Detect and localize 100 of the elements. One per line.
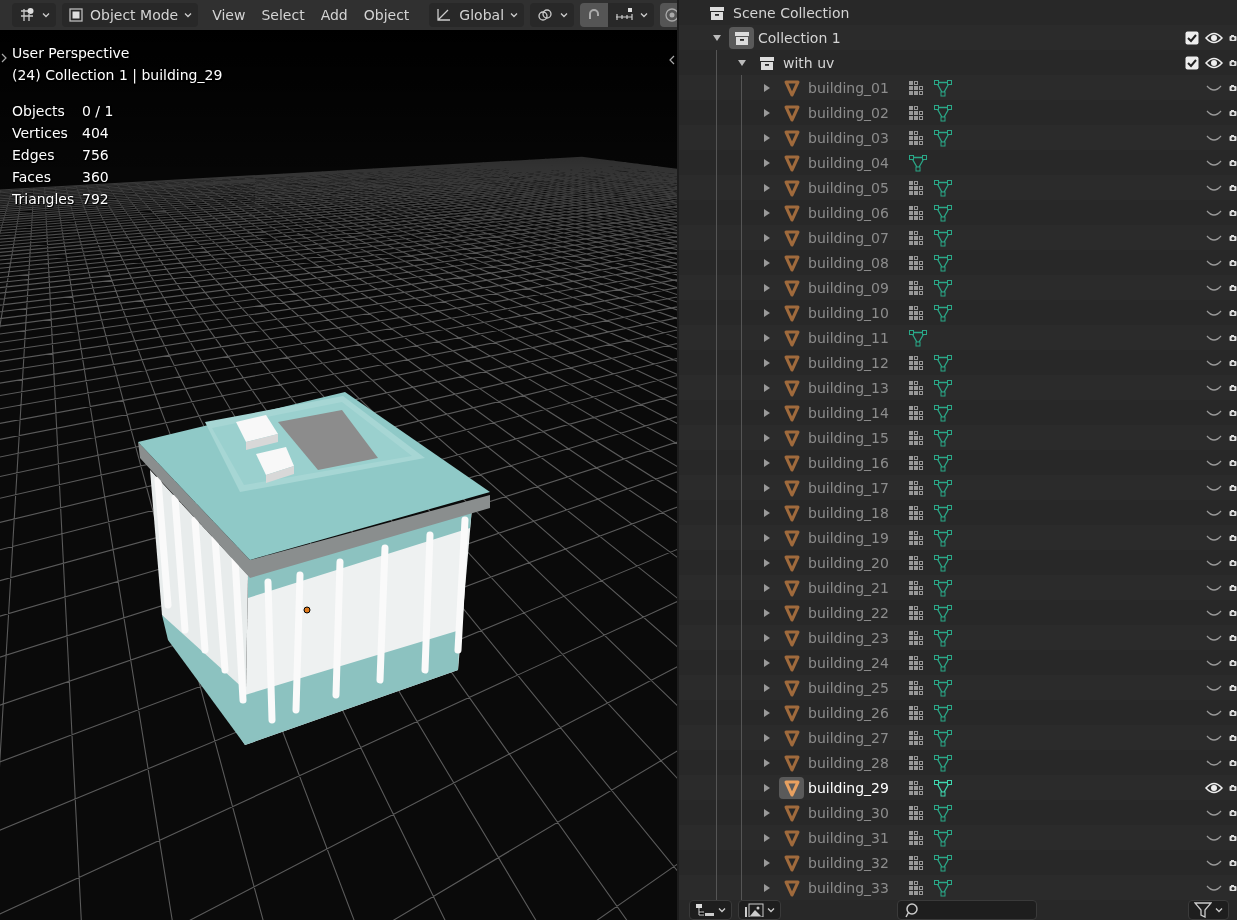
object-name[interactable]: building_33 bbox=[808, 879, 908, 896]
disclosure-triangle-icon[interactable] bbox=[761, 632, 772, 643]
disclosure-triangle-icon[interactable] bbox=[761, 682, 772, 693]
object-name[interactable]: building_21 bbox=[808, 579, 908, 596]
eye-icon[interactable] bbox=[1205, 780, 1223, 795]
disclosure-triangle-icon[interactable] bbox=[761, 557, 772, 568]
collection-name[interactable]: Collection 1 bbox=[758, 29, 841, 46]
snap-toggle[interactable] bbox=[580, 3, 609, 27]
object-name[interactable]: building_05 bbox=[808, 179, 908, 196]
triangle-icon bbox=[782, 503, 801, 522]
object-name[interactable]: building_27 bbox=[808, 729, 908, 746]
collection-name[interactable]: Scene Collection bbox=[733, 4, 850, 21]
object-name[interactable]: building_15 bbox=[808, 429, 908, 446]
disclosure-triangle-icon[interactable] bbox=[761, 307, 772, 318]
disclosure-triangle-icon[interactable] bbox=[761, 732, 772, 743]
orientation-dropdown[interactable]: Global bbox=[429, 3, 525, 27]
object-name[interactable]: building_08 bbox=[808, 254, 908, 271]
object-name[interactable]: building_23 bbox=[808, 629, 908, 646]
disclosure-triangle-icon[interactable] bbox=[761, 507, 772, 518]
disclosure-triangle-icon[interactable] bbox=[761, 82, 772, 93]
collection-name[interactable]: with uv bbox=[783, 54, 835, 71]
disclosure-triangle-icon[interactable] bbox=[761, 407, 772, 418]
object-name[interactable]: building_16 bbox=[808, 454, 908, 471]
link-button[interactable] bbox=[530, 3, 575, 27]
transform-pivot-button[interactable] bbox=[12, 3, 56, 27]
menu-item[interactable]: Object bbox=[355, 3, 418, 27]
triangle-icon bbox=[782, 828, 801, 847]
object-name[interactable]: building_26 bbox=[808, 704, 908, 721]
object-name[interactable]: building_07 bbox=[808, 229, 908, 246]
object-name[interactable]: building_04 bbox=[808, 154, 908, 171]
disclosure-triangle-icon[interactable] bbox=[761, 282, 772, 293]
disclosure-triangle-icon[interactable] bbox=[761, 132, 772, 143]
menu-item[interactable]: Add bbox=[312, 3, 356, 27]
object-name[interactable]: building_13 bbox=[808, 379, 908, 396]
object-name[interactable]: building_31 bbox=[808, 829, 908, 846]
disclosure-triangle-icon[interactable] bbox=[761, 457, 772, 468]
disclosure-triangle-icon[interactable] bbox=[736, 57, 747, 68]
snap-increment-dropdown[interactable] bbox=[608, 3, 655, 27]
disclosure-triangle-icon[interactable] bbox=[761, 382, 772, 393]
object-name[interactable]: building_32 bbox=[808, 854, 908, 871]
filter-view-dropdown[interactable] bbox=[738, 900, 781, 920]
object-name[interactable]: building_10 bbox=[808, 304, 908, 321]
checkbox[interactable] bbox=[1185, 30, 1199, 45]
object-name[interactable]: building_22 bbox=[808, 604, 908, 621]
disclosure-triangle-icon[interactable] bbox=[761, 857, 772, 868]
disclosure-triangle-icon[interactable] bbox=[761, 207, 772, 218]
proportional-edit-button[interactable] bbox=[660, 3, 677, 27]
object-name[interactable]: building_29 bbox=[808, 779, 908, 796]
filter-dropdown[interactable] bbox=[1188, 900, 1229, 920]
triangle-icon bbox=[782, 703, 801, 722]
disclosure-triangle-icon[interactable] bbox=[761, 482, 772, 493]
menu-item[interactable]: View bbox=[204, 3, 254, 27]
display-mode-dropdown[interactable] bbox=[689, 900, 732, 920]
mesh-icon bbox=[933, 628, 953, 647]
disclosure-triangle-icon[interactable] bbox=[761, 332, 772, 343]
disclosure-triangle-icon[interactable] bbox=[761, 757, 772, 768]
disclosure-triangle-icon[interactable] bbox=[761, 232, 772, 243]
checkbox[interactable] bbox=[1185, 55, 1199, 70]
disclosure-triangle-icon[interactable] bbox=[761, 707, 772, 718]
search-field[interactable] bbox=[897, 900, 1037, 920]
mesh-icon bbox=[933, 528, 953, 547]
disclosure-triangle-icon[interactable] bbox=[761, 107, 772, 118]
object-name[interactable]: building_06 bbox=[808, 204, 908, 221]
disclosure-triangle-icon[interactable] bbox=[761, 882, 772, 893]
disclosure-triangle-icon[interactable] bbox=[711, 32, 722, 43]
disclosure-triangle-icon[interactable] bbox=[761, 582, 772, 593]
object-name[interactable]: building_02 bbox=[808, 104, 908, 121]
object-name[interactable]: building_01 bbox=[808, 79, 908, 96]
object-name[interactable]: building_20 bbox=[808, 554, 908, 571]
object-name[interactable]: building_18 bbox=[808, 504, 908, 521]
object-name[interactable]: building_28 bbox=[808, 754, 908, 771]
disclosure-triangle-icon[interactable] bbox=[761, 607, 772, 618]
disclosure-triangle-icon[interactable] bbox=[761, 157, 772, 168]
eye-icon[interactable] bbox=[1205, 30, 1223, 45]
disclosure-triangle-icon[interactable] bbox=[761, 657, 772, 668]
menu-item[interactable]: Select bbox=[253, 3, 313, 27]
object-name[interactable]: building_19 bbox=[808, 529, 908, 546]
disclosure-triangle-icon[interactable] bbox=[761, 432, 772, 443]
object-name[interactable]: building_03 bbox=[808, 129, 908, 146]
triangle-icon bbox=[782, 628, 801, 647]
object-name[interactable]: building_30 bbox=[808, 804, 908, 821]
disclosure-triangle-icon[interactable] bbox=[761, 807, 772, 818]
object-name[interactable]: building_09 bbox=[808, 279, 908, 296]
disclosure-triangle-icon[interactable] bbox=[761, 182, 772, 193]
object-name[interactable]: building_14 bbox=[808, 404, 908, 421]
disclosure-triangle-icon[interactable] bbox=[761, 257, 772, 268]
triangle-icon bbox=[782, 103, 801, 122]
object-name[interactable]: building_25 bbox=[808, 679, 908, 696]
object-name[interactable]: building_11 bbox=[808, 329, 908, 346]
object-name[interactable]: building_17 bbox=[808, 479, 908, 496]
mode-dropdown[interactable]: Object Mode bbox=[62, 3, 199, 27]
mesh-icon bbox=[933, 403, 953, 422]
stat-value: 0 / 1 bbox=[82, 102, 115, 121]
disclosure-triangle-icon[interactable] bbox=[761, 782, 772, 793]
object-name[interactable]: building_12 bbox=[808, 354, 908, 371]
disclosure-triangle-icon[interactable] bbox=[761, 357, 772, 368]
eye-icon[interactable] bbox=[1205, 55, 1223, 70]
disclosure-triangle-icon[interactable] bbox=[761, 532, 772, 543]
disclosure-triangle-icon[interactable] bbox=[761, 832, 772, 843]
object-name[interactable]: building_24 bbox=[808, 654, 908, 671]
